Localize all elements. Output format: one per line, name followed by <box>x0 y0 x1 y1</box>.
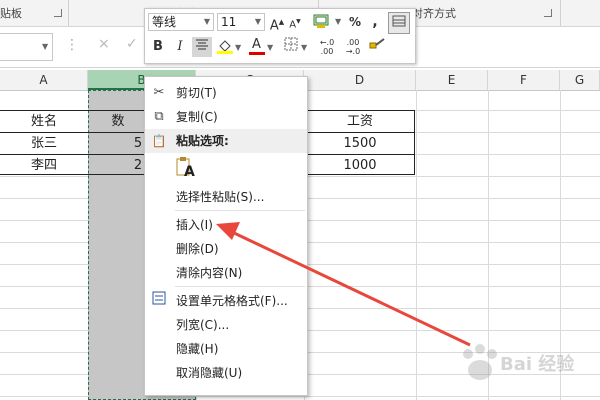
watermark-text: Bai 经验 <box>500 354 575 375</box>
watermark: Bai 经验 <box>456 338 596 388</box>
arrow-shaft <box>231 230 471 347</box>
arrow-head <box>216 222 240 240</box>
paw-logo-icon <box>463 344 497 380</box>
